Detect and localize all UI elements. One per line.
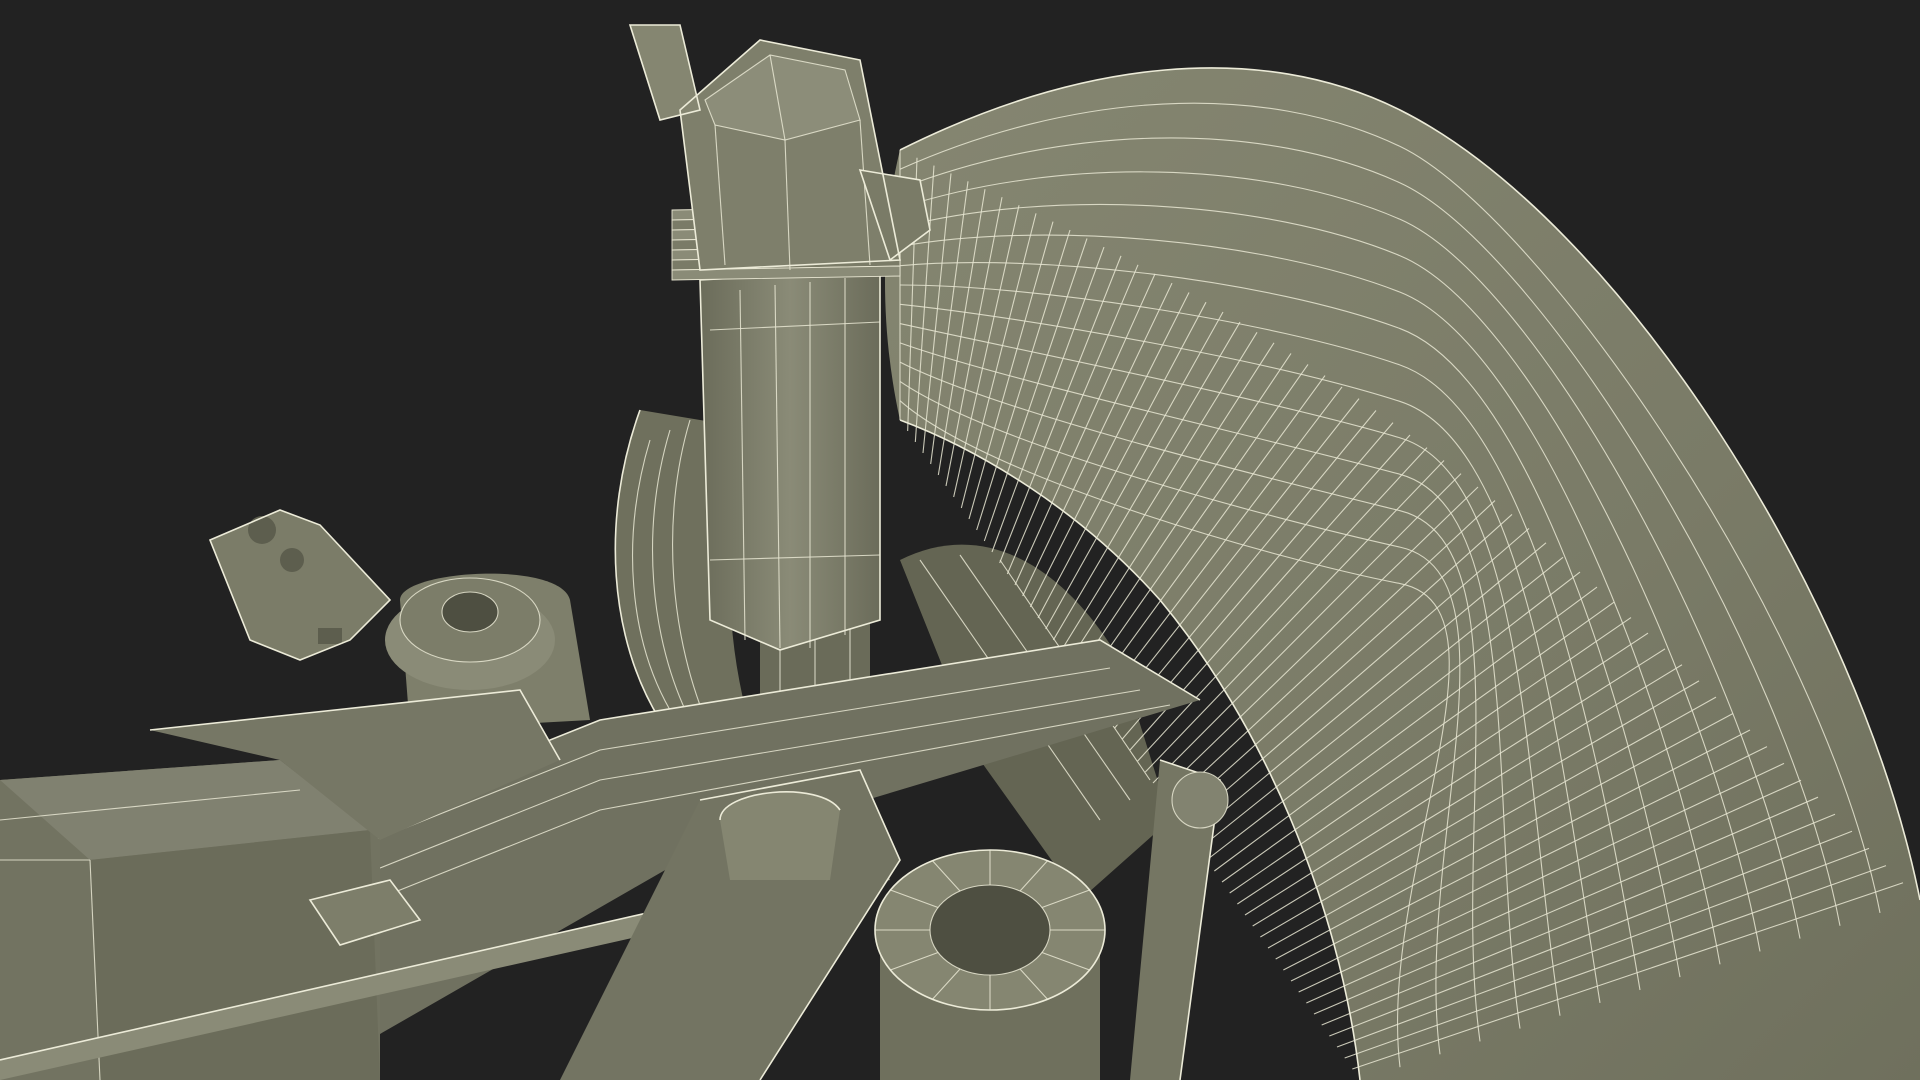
castle-nut (874, 849, 1106, 1080)
render-viewport[interactable] (0, 0, 1920, 1080)
wireframe-scene (0, 0, 1920, 1080)
